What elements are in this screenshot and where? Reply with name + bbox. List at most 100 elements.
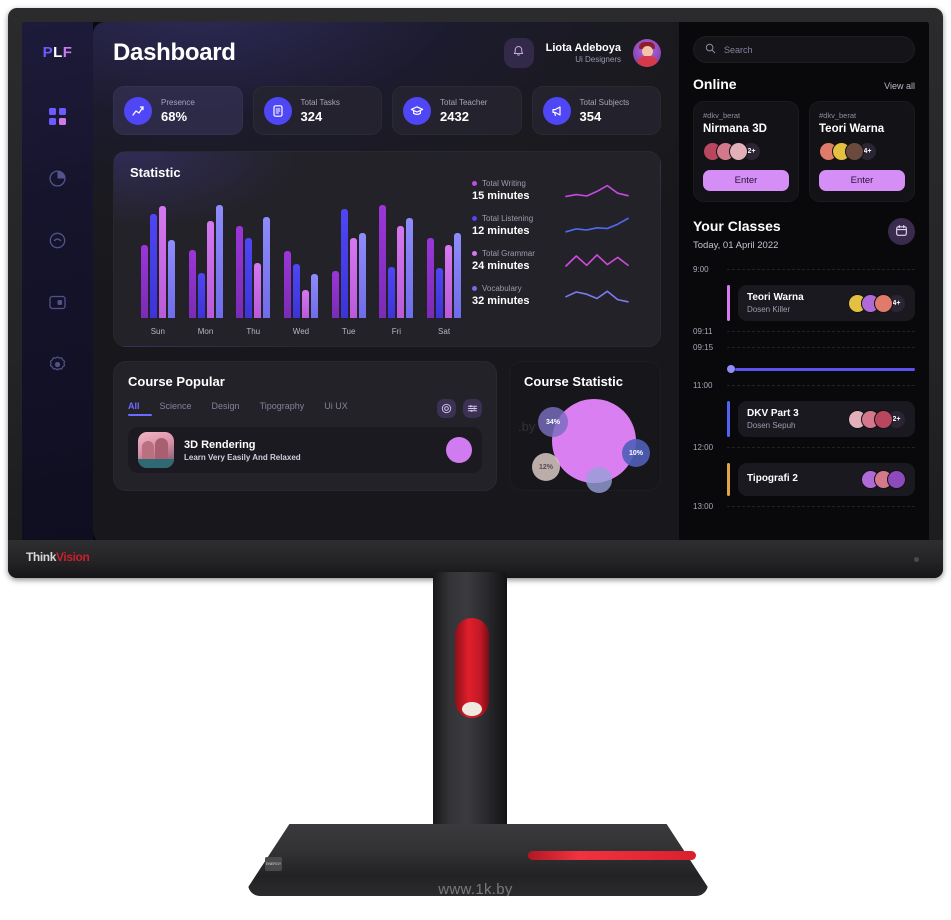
event-title: Tipografi 2 xyxy=(747,473,798,484)
pie-slice-4 xyxy=(586,467,612,493)
thumb-arch-right xyxy=(155,438,168,461)
monitor-screen-area: PLF Dashboard Liota Adeboya Ui Designers… xyxy=(22,22,929,543)
tab-tipography[interactable]: Tipography xyxy=(260,401,305,416)
timeline-time: 9:00 xyxy=(693,265,709,274)
online-class-card[interactable]: #dkv_berat Teori Warna 4+ Enter xyxy=(809,101,915,202)
tab-design[interactable]: Design xyxy=(212,401,240,416)
legend-item: Total Writing 15 minutes xyxy=(472,177,644,203)
legend-label: Vocabulary xyxy=(482,283,522,293)
stat-label: Total Subjects xyxy=(579,97,630,107)
course-tabs: All Science Design Tipography Ui UX xyxy=(128,399,482,418)
tab-science[interactable]: Science xyxy=(160,401,192,416)
settings-icon[interactable] xyxy=(437,399,456,418)
chart-bar xyxy=(292,264,300,318)
timeline-divider xyxy=(727,506,915,507)
legend-item: Total Listening 12 minutes xyxy=(472,212,644,238)
tab-all[interactable]: All xyxy=(128,401,152,416)
image-watermark: www.1k.by xyxy=(438,881,513,898)
chart-day-bars xyxy=(379,200,414,318)
top-bar: Dashboard Liota Adeboya Ui Designers xyxy=(113,38,661,68)
class-event[interactable]: DKV Part 3 Dosen Sepuh 2+ xyxy=(727,401,915,437)
classes-header: Your Classes Today, 01 April 2022 xyxy=(693,218,915,251)
sidebar-item-dashboard[interactable] xyxy=(41,101,75,135)
left-sidebar: PLF xyxy=(22,22,93,543)
participant-avatar xyxy=(874,293,893,313)
sidebar-item-schedule[interactable] xyxy=(41,287,75,321)
participant-stack: 4+ xyxy=(819,142,905,161)
chart-day-bars xyxy=(283,200,318,318)
timeline-divider xyxy=(727,347,915,348)
sidebar-item-settings[interactable] xyxy=(41,349,75,383)
stat-card-presence[interactable]: Presence 68% xyxy=(113,86,243,135)
legend-head: Vocabulary xyxy=(472,284,556,293)
course-tools xyxy=(437,399,482,418)
chart-day-group: Tue xyxy=(326,200,372,336)
chart-x-label: Sun xyxy=(150,327,165,336)
sidebar-item-messages[interactable] xyxy=(41,225,75,259)
tab-ui-ux[interactable]: Ui UX xyxy=(324,401,348,416)
user-name: Liota Adeboya xyxy=(545,41,621,54)
grid-icon xyxy=(49,108,66,128)
class-event[interactable]: Teori Warna Dosen Killer 4+ xyxy=(727,285,915,321)
legend-label: Total Grammar xyxy=(482,248,535,258)
enter-button[interactable]: Enter xyxy=(703,170,789,191)
sidebar-item-analytics[interactable] xyxy=(41,163,75,197)
legend-dot xyxy=(472,215,477,221)
page-title: Dashboard xyxy=(113,39,236,66)
course-item[interactable]: 3D Rendering Learn Very Easily And Relax… xyxy=(128,427,482,473)
class-event[interactable]: Tipografi 2 xyxy=(727,463,915,496)
event-text: Teori Warna Dosen Killer xyxy=(747,292,804,314)
timeline-time: 09:11 xyxy=(693,327,713,336)
now-bar xyxy=(735,367,915,371)
course-progress-bubble xyxy=(446,437,472,463)
event-card[interactable]: DKV Part 3 Dosen Sepuh 2+ xyxy=(738,401,915,437)
legend-head: Total Writing xyxy=(472,179,556,188)
stat-card-total-tasks[interactable]: Total Tasks 324 xyxy=(252,86,382,135)
top-bar-right: Liota Adeboya Ui Designers xyxy=(503,38,661,68)
online-class-card[interactable]: #dkv_berat Nirmana 3D 2+ Enter xyxy=(693,101,799,202)
notification-button[interactable] xyxy=(503,38,534,68)
online-title: Online xyxy=(693,76,737,92)
event-card[interactable]: Teori Warna Dosen Killer 4+ xyxy=(738,285,915,321)
timeline-time: 11:00 xyxy=(693,381,713,390)
chart-bar xyxy=(263,217,271,318)
calendar-button[interactable] xyxy=(888,218,915,245)
chart-bar xyxy=(149,214,157,318)
search-input[interactable]: Search xyxy=(693,36,915,63)
legend-value: 15 minutes xyxy=(472,189,530,202)
timeline-time: 09:15 xyxy=(693,343,714,352)
user-info[interactable]: Liota Adeboya Ui Designers xyxy=(546,42,621,65)
stat-card-total-subjects[interactable]: Total Subjects 354 xyxy=(531,86,661,135)
online-view-all[interactable]: View all xyxy=(884,81,915,91)
chart-bar xyxy=(301,290,309,318)
timeline-row: 09:11 xyxy=(693,326,915,342)
legend-dot xyxy=(472,180,477,186)
statistic-title: Statistic xyxy=(130,165,181,180)
timeline-divider xyxy=(727,331,915,332)
chart-bar xyxy=(158,206,166,318)
pie-slice-1: 34% xyxy=(538,407,568,437)
filter-icon[interactable] xyxy=(463,399,482,418)
stat-value: 68% xyxy=(161,108,188,124)
event-color-bar xyxy=(727,463,730,496)
chart-bar xyxy=(283,251,291,318)
chart-bar xyxy=(245,238,253,318)
graduation-cap-icon xyxy=(403,96,431,125)
avatar[interactable] xyxy=(633,39,661,67)
legend-head: Total Listening xyxy=(472,214,556,223)
energy-badge: ENERGY xyxy=(265,857,282,871)
chart-bar xyxy=(167,240,175,318)
dashboard-app: PLF Dashboard Liota Adeboya Ui Designers… xyxy=(22,22,929,543)
event-card[interactable]: Tipografi 2 xyxy=(738,463,915,496)
chart-x-label: Wed xyxy=(292,327,310,336)
course-statistic-panel: Course Statistic .by 34% 10% 12% xyxy=(509,361,661,493)
panel-watermark: .by xyxy=(518,419,536,434)
power-led[interactable] xyxy=(914,557,919,562)
enter-button[interactable]: Enter xyxy=(819,170,905,191)
stat-card-total-teacher[interactable]: Total Teacher 2432 xyxy=(392,86,522,135)
online-header: Online View all xyxy=(693,76,915,92)
event-participants: 2+ xyxy=(848,409,906,429)
chart-x-label: Sat xyxy=(438,327,451,336)
timeline-divider xyxy=(727,385,915,386)
event-participants xyxy=(861,470,906,489)
